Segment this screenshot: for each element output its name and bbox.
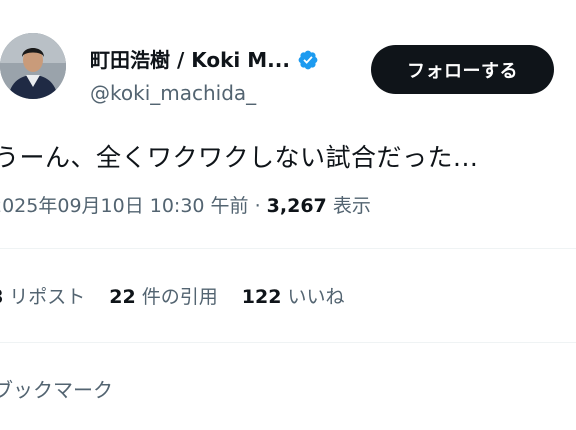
tweet-meta: 2025年09月10日 10:30 午前 · 3,267 表示 xyxy=(0,193,371,219)
avatar-image xyxy=(0,33,66,99)
tweet-text: うーん、全くワクワクしない試合だった... xyxy=(0,143,479,172)
likes-label: いいね xyxy=(281,286,345,308)
divider xyxy=(0,342,576,343)
bookmark-button[interactable]: ブックマーク xyxy=(0,377,113,403)
tweet-detail: 町田浩樹 / Koki M... @koki_machida_ フォローする う… xyxy=(0,0,576,430)
avatar[interactable] xyxy=(0,33,66,99)
tweet-timestamp[interactable]: 2025年09月10日 10:30 午前 xyxy=(0,195,249,217)
quotes-stat[interactable]: 22 件の引用 xyxy=(109,284,218,310)
likes-count: 122 xyxy=(241,286,282,308)
reposts-label: リポスト xyxy=(3,286,86,308)
reposts-stat[interactable]: 8 リポスト xyxy=(0,284,85,310)
display-name[interactable]: 町田浩樹 / Koki M... xyxy=(90,47,319,73)
meta-separator: · xyxy=(248,195,267,217)
display-name-text[interactable]: 町田浩樹 / Koki M... xyxy=(90,47,290,73)
divider xyxy=(0,248,576,249)
quotes-label: 件の引用 xyxy=(135,286,218,308)
user-handle[interactable]: @koki_machida_ xyxy=(90,80,256,106)
views-label: 表示 xyxy=(326,195,371,217)
verified-badge-icon xyxy=(297,49,319,71)
engagement-stats: 8 リポスト 22 件の引用 122 いいね xyxy=(0,284,369,310)
quotes-count: 22 xyxy=(109,286,136,308)
follow-button[interactable]: フォローする xyxy=(371,45,554,94)
views-count: 3,267 xyxy=(266,195,327,217)
likes-stat[interactable]: 122 いいね xyxy=(242,284,345,310)
